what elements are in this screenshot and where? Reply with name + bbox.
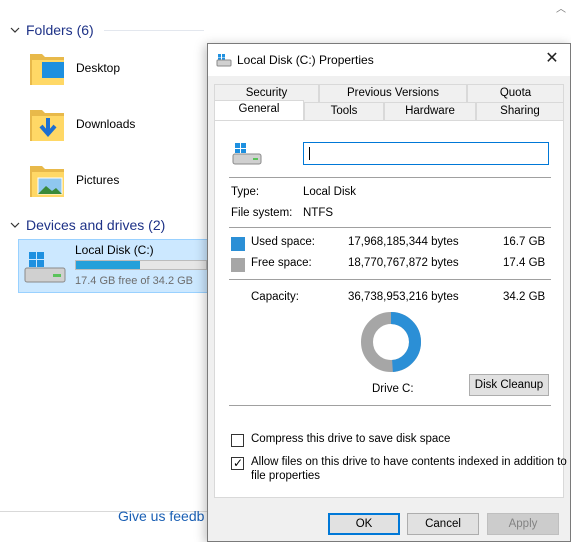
apply-button[interactable]: Apply xyxy=(487,513,559,535)
index-checkbox[interactable]: ✓ xyxy=(231,456,244,470)
free-space-bytes: 18,770,767,872 bytes xyxy=(348,257,459,269)
capacity-gb: 34.2 GB xyxy=(503,291,546,303)
properties-dialog: Local Disk (C:) Properties ✕ Security Pr… xyxy=(207,43,571,542)
filesystem-value: NTFS xyxy=(303,207,334,219)
used-space-gb: 16.7 GB xyxy=(503,236,546,248)
compress-label: Compress this drive to save disk space xyxy=(251,433,451,445)
folder-item-pictures[interactable]: Pictures xyxy=(28,160,119,200)
divider xyxy=(229,279,551,280)
chevron-down-icon xyxy=(10,27,20,33)
downloads-folder-icon xyxy=(30,110,64,141)
pictures-folder-icon xyxy=(30,166,64,197)
tab-hardware[interactable]: Hardware xyxy=(384,102,476,120)
drive-icon xyxy=(216,54,232,67)
drive-free-text: 17.4 GB free of 34.2 GB xyxy=(75,275,194,287)
tab-sharing[interactable]: Sharing xyxy=(476,102,564,120)
divider xyxy=(229,405,551,406)
tab-quota[interactable]: Quota xyxy=(467,84,564,102)
drive-label: Drive C: xyxy=(372,383,414,395)
ok-button[interactable]: OK xyxy=(328,513,400,535)
compress-checkbox[interactable] xyxy=(231,434,244,447)
free-space-label: Free space: xyxy=(251,257,312,269)
close-icon[interactable]: ✕ xyxy=(540,48,564,70)
devices-header-label: Devices and drives (2) xyxy=(26,217,166,233)
type-value: Local Disk xyxy=(303,186,357,198)
folder-label: Pictures xyxy=(76,173,120,187)
section-divider xyxy=(104,30,204,31)
folder-label: Desktop xyxy=(76,61,121,75)
capacity-label: Capacity: xyxy=(251,291,299,303)
folder-label: Downloads xyxy=(76,117,136,131)
index-label-line2: file properties xyxy=(251,470,321,482)
cancel-button[interactable]: Cancel xyxy=(407,513,479,535)
drive-usage-bar xyxy=(75,260,207,270)
drive-usage-fill xyxy=(76,261,140,269)
volume-name-input[interactable] xyxy=(303,142,549,165)
folder-item-downloads[interactable]: Downloads xyxy=(28,104,135,144)
divider xyxy=(229,177,551,178)
disk-cleanup-button[interactable]: Disk Cleanup xyxy=(469,374,549,396)
desktop-folder-icon xyxy=(30,54,64,85)
dialog-titlebar[interactable]: Local Disk (C:) Properties ✕ xyxy=(208,44,570,76)
drive-tile-c[interactable]: Local Disk (C:) 17.4 GB free of 34.2 GB xyxy=(18,239,208,293)
filesystem-label: File system: xyxy=(231,207,293,219)
dialog-title: Local Disk (C:) Properties xyxy=(237,53,374,67)
feedback-link[interactable]: Give us feedb xyxy=(118,508,204,524)
general-tab-panel: Type: Local Disk File system: NTFS Used … xyxy=(214,120,567,498)
folders-section-header[interactable]: Folders (6) xyxy=(8,22,94,38)
used-space-bytes: 17,968,185,344 bytes xyxy=(348,236,459,248)
used-space-label: Used space: xyxy=(251,236,315,248)
checkmark-icon: ✓ xyxy=(233,456,244,470)
tabs-row-bottom: General Tools Hardware Sharing xyxy=(214,100,564,120)
folder-item-desktop[interactable]: Desktop xyxy=(28,48,120,88)
tab-general[interactable]: General xyxy=(214,100,304,120)
disk-usage-donut-chart xyxy=(361,312,421,372)
folders-header-label: Folders (6) xyxy=(26,22,94,38)
free-space-gb: 17.4 GB xyxy=(503,257,546,269)
index-label-line1: Allow files on this drive to have conten… xyxy=(251,456,567,468)
type-label: Type: xyxy=(231,186,260,198)
devices-section-header[interactable]: Devices and drives (2) xyxy=(8,217,165,233)
chevron-down-icon xyxy=(10,222,20,228)
text-caret xyxy=(309,147,310,160)
tab-previous-versions[interactable]: Previous Versions xyxy=(319,84,467,102)
divider xyxy=(229,227,551,228)
drive-name: Local Disk (C:) xyxy=(75,243,154,257)
tab-tools[interactable]: Tools xyxy=(304,102,384,120)
drive-icon xyxy=(24,252,66,283)
free-space-swatch xyxy=(231,258,245,272)
chevron-up-icon[interactable]: ︿ xyxy=(556,0,566,15)
capacity-bytes: 36,738,953,216 bytes xyxy=(348,291,459,303)
drive-icon xyxy=(232,143,262,165)
used-space-swatch xyxy=(231,237,245,251)
